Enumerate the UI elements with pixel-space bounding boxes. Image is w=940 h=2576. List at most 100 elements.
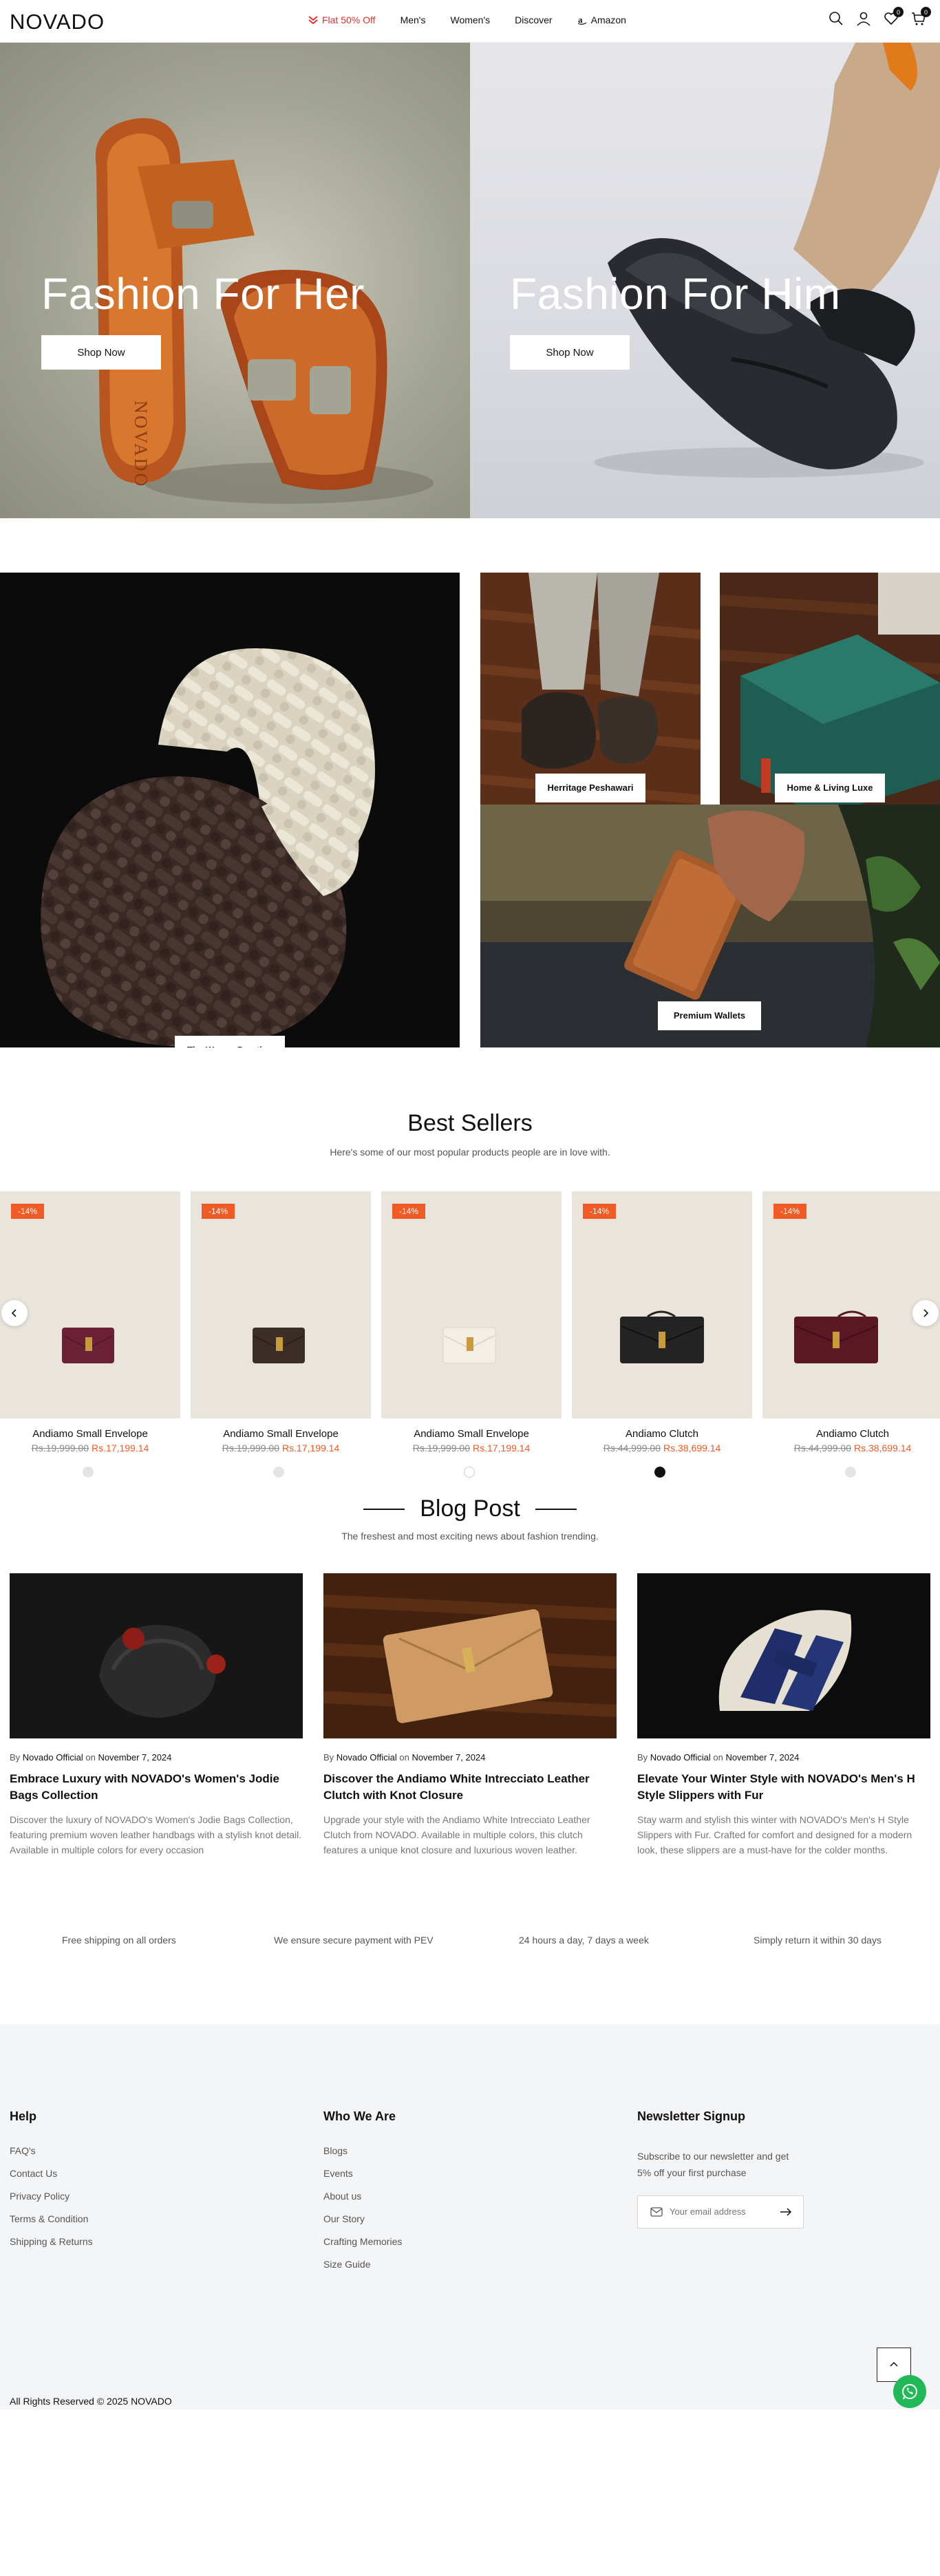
feature-support: 24 hours a day, 7 days a week: [519, 1935, 649, 1946]
product-name[interactable]: Andiamo Small Envelope: [381, 1428, 562, 1440]
blog-section: Blog Post The freshest and most exciting…: [0, 1446, 940, 1880]
product-name[interactable]: Andiamo Clutch: [572, 1428, 752, 1440]
by-label: By: [323, 1752, 334, 1763]
title-divider: [363, 1508, 405, 1510]
account-icon[interactable]: [856, 11, 871, 26]
wishlist-icon[interactable]: 0: [884, 7, 904, 26]
footer-link-events[interactable]: Events: [323, 2169, 402, 2178]
product-card[interactable]: -14% Andiamo Clutch Rs.44,999.00 Rs.38,69…: [762, 1191, 940, 1454]
product-image[interactable]: -14%: [762, 1191, 940, 1418]
footer-link-contact[interactable]: Contact Us: [10, 2169, 93, 2178]
title-divider: [535, 1508, 577, 1510]
wishlist-count-badge: 0: [893, 7, 904, 17]
product-card[interactable]: -14% Andiamo Small Envelope Rs.19,999.00…: [381, 1191, 562, 1454]
on-label: on: [85, 1752, 96, 1763]
by-label: By: [637, 1752, 648, 1763]
post-title[interactable]: Embrace Luxury with NOVADO's Women's Jod…: [10, 1771, 303, 1804]
collection-wallets-label[interactable]: Premium Wallets: [658, 1001, 761, 1030]
collection-home-living[interactable]: Home & Living Luxe: [720, 573, 940, 816]
post-meta: By Novado Official on November 7, 2024: [10, 1752, 303, 1763]
hero-him: Fashion For Him Shop Now: [470, 43, 940, 518]
envelope-bag-image: [253, 1328, 305, 1363]
jodie-bag-image: [10, 1573, 303, 1738]
woven-bag-image: [41, 648, 375, 1047]
collection-woven-label[interactable]: The Woven Prestige: [175, 1036, 285, 1047]
footer-link-terms[interactable]: Terms & Condition: [10, 2214, 93, 2224]
whatsapp-button[interactable]: [893, 2375, 926, 2408]
collection-woven-prestige[interactable]: The Woven Prestige: [0, 573, 460, 1047]
white-clutch-image: [323, 1573, 617, 1738]
product-name[interactable]: Andiamo Small Envelope: [0, 1428, 180, 1440]
post-image[interactable]: [10, 1573, 303, 1738]
collection-heritage-peshawari[interactable]: Herritage Peshawari: [480, 573, 701, 816]
product-image[interactable]: -14%: [191, 1191, 371, 1418]
product-image[interactable]: -14%: [381, 1191, 562, 1418]
post-image[interactable]: [323, 1573, 617, 1738]
hero-her-title: Fashion For Her: [41, 269, 365, 319]
envelope-bag-image: [62, 1328, 114, 1363]
discount-badge: -14%: [583, 1204, 617, 1219]
nav-discover[interactable]: Discover: [515, 14, 552, 25]
hero-him-shop-button[interactable]: Shop Now: [510, 335, 630, 370]
collection-premium-wallets[interactable]: Premium Wallets: [480, 805, 940, 1047]
footer-link-about[interactable]: About us: [323, 2191, 402, 2201]
nav-amazon-label: Amazon: [590, 14, 626, 25]
footer-help-title: Help: [10, 2109, 37, 2123]
newsletter-email-input[interactable]: [670, 2206, 773, 2217]
collection-heritage-label[interactable]: Herritage Peshawari: [535, 774, 645, 802]
blog-post: By Novado Official on November 7, 2024 D…: [323, 1573, 617, 1858]
copyright-text: All Rights Reserved © 2025 NOVADO: [10, 2396, 172, 2407]
footer-link-story[interactable]: Our Story: [323, 2214, 402, 2224]
search-icon[interactable]: [829, 11, 844, 26]
discount-badge: -14%: [773, 1204, 807, 1219]
hero-her-shop-button[interactable]: Shop Now: [41, 335, 161, 370]
collection-home-label[interactable]: Home & Living Luxe: [775, 774, 885, 802]
post-author[interactable]: Novado Official: [23, 1752, 83, 1763]
hero-her: NOVADO Fashion For Her Shop Now: [0, 43, 470, 518]
footer-link-privacy[interactable]: Privacy Policy: [10, 2191, 93, 2201]
post-author[interactable]: Novado Official: [337, 1752, 397, 1763]
on-label: on: [399, 1752, 409, 1763]
features-strip: Free shipping on all orders We ensure se…: [0, 1880, 940, 2024]
newsletter-title: Newsletter Signup: [637, 2109, 746, 2123]
nav-promo[interactable]: Flat 50% Off: [308, 14, 376, 25]
chevron-up-icon: [890, 2361, 898, 2367]
post-excerpt: Discover the luxury of NOVADO's Women's …: [10, 1813, 302, 1856]
carousel-prev-button[interactable]: [1, 1300, 28, 1326]
best-sellers-title: Best Sellers: [407, 1110, 533, 1136]
product-card[interactable]: -14% Andiamo Small Envelope Rs.19,999.00…: [0, 1191, 180, 1454]
product-image[interactable]: -14%: [572, 1191, 752, 1418]
arrow-right-icon[interactable]: [780, 2207, 792, 2217]
product-card[interactable]: -14% Andiamo Clutch Rs.44,999.00 Rs.38,69…: [572, 1191, 752, 1454]
product-card[interactable]: -14% Andiamo Small Envelope Rs.19,999.00…: [191, 1191, 371, 1454]
post-image[interactable]: [637, 1573, 930, 1738]
footer-link-size-guide[interactable]: Size Guide: [323, 2259, 402, 2269]
product-name[interactable]: Andiamo Small Envelope: [191, 1428, 371, 1440]
hero-him-title: Fashion For Him: [510, 269, 841, 319]
product-image[interactable]: -14%: [0, 1191, 180, 1418]
nav-womens[interactable]: Women's: [450, 14, 490, 25]
footer-link-memories[interactable]: Crafting Memories: [323, 2237, 402, 2246]
site-header: NOVADO Flat 50% Off Men's Women's Discov…: [0, 0, 940, 43]
hero-banner: NOVADO Fashion For Her Shop Now Fashion …: [0, 43, 940, 518]
logo[interactable]: NOVADO: [10, 10, 105, 34]
footer-link-faq[interactable]: FAQ's: [10, 2146, 93, 2155]
discount-badge: -14%: [11, 1204, 45, 1219]
footer-help-column: Help FAQ's Contact Us Privacy Policy Ter…: [10, 2109, 93, 2246]
post-title[interactable]: Discover the Andiamo White Intrecciato L…: [323, 1771, 617, 1804]
nav-amazon[interactable]: a Amazon: [577, 14, 626, 25]
post-title[interactable]: Elevate Your Winter Style with NOVADO's …: [637, 1771, 930, 1804]
nav-promo-label: Flat 50% Off: [322, 14, 376, 25]
envelope-bag-image: [442, 1327, 496, 1364]
nav-mens[interactable]: Men's: [400, 14, 426, 25]
footer-link-blogs[interactable]: Blogs: [323, 2146, 402, 2155]
carousel-next-button[interactable]: [912, 1300, 939, 1326]
cart-icon[interactable]: 0: [911, 7, 931, 26]
post-author[interactable]: Novado Official: [650, 1752, 711, 1763]
mail-icon: [650, 2206, 663, 2217]
product-name[interactable]: Andiamo Clutch: [762, 1428, 940, 1440]
blog-header: Blog Post The freshest and most exciting…: [0, 1495, 940, 1542]
blog-title: Blog Post: [420, 1495, 520, 1522]
footer-link-shipping[interactable]: Shipping & Returns: [10, 2237, 93, 2246]
chevron-right-icon: [923, 1309, 929, 1317]
